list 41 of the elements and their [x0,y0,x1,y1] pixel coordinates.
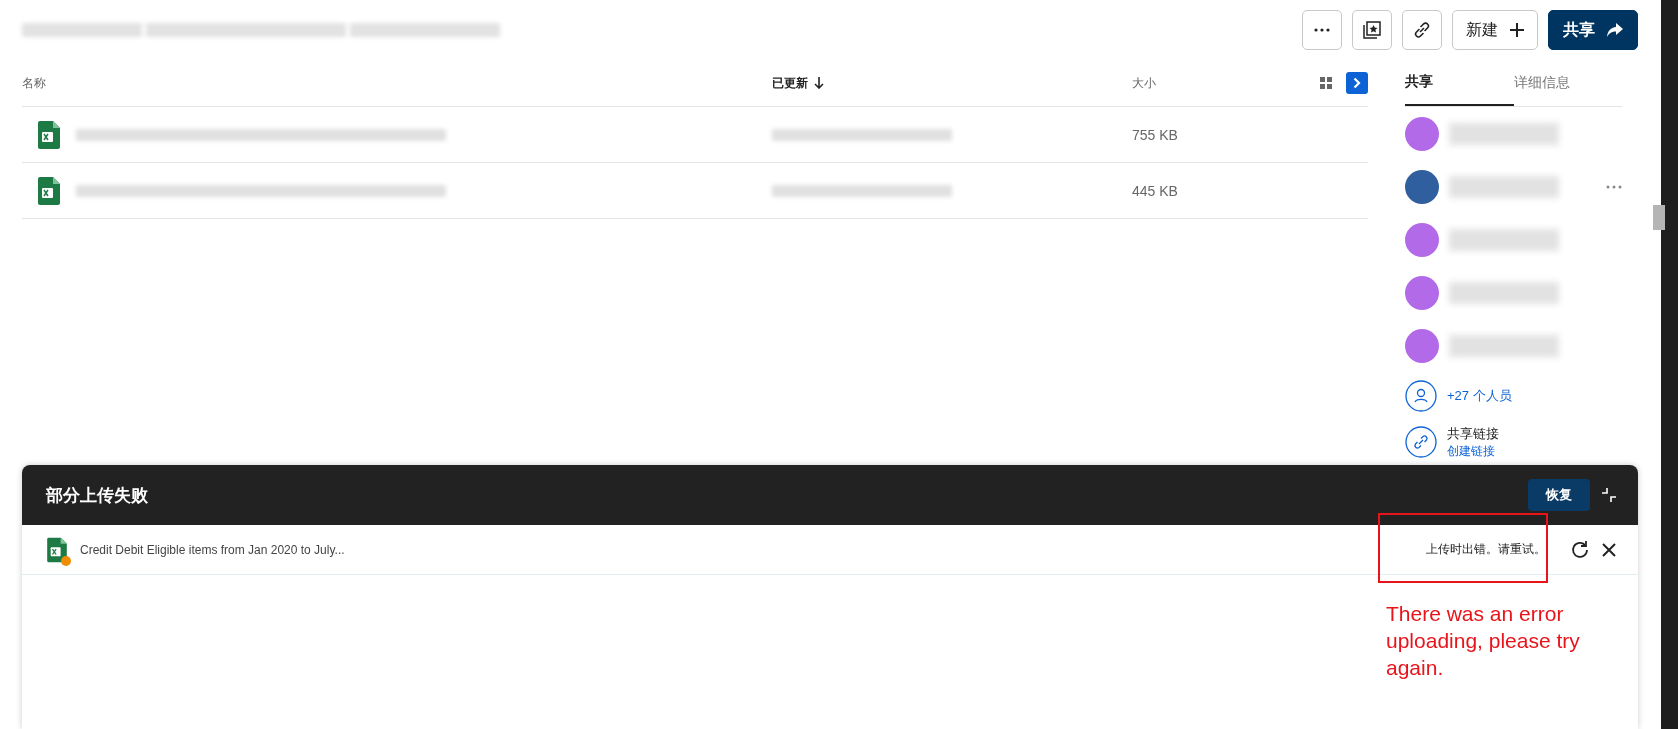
link-icon [1405,426,1437,458]
star-collection-icon [1363,21,1381,39]
collection-button[interactable] [1352,10,1392,50]
grid-view-icon[interactable] [1320,77,1332,89]
restore-button[interactable]: 恢复 [1528,479,1590,511]
chevron-right-icon [1353,77,1361,89]
retry-icon[interactable] [1570,539,1590,560]
new-button[interactable]: 新建 [1452,10,1538,50]
plus-icon [1510,23,1524,37]
tab[interactable]: 共享 [1405,60,1514,106]
spreadsheet-icon [47,536,67,563]
file-size: 445 KB [1132,182,1178,199]
panel-title: 部分上传失败 [46,484,148,507]
link-button[interactable] [1402,10,1442,50]
column-header[interactable]: 大小 [1132,74,1156,92]
link-icon [1413,21,1431,39]
person-icon [1405,380,1437,412]
column-header[interactable]: 已更新 [772,74,808,92]
file-name: Credit Debit Eligible items from Jan 2020 to July... [80,542,345,557]
down-arrow-icon [814,77,824,89]
scroll-thumb[interactable] [1653,205,1665,230]
expand-panel-button[interactable] [1346,72,1368,94]
tab[interactable]: 详细信息 [1513,60,1622,106]
error-message: 上传时出错。请重试。 [1426,541,1546,558]
file-row[interactable]: 445 KB [22,163,1368,219]
more-people-link[interactable]: +27 个人员 [1447,387,1512,405]
more-icon[interactable] [1606,185,1622,189]
spreadsheet-icon [38,120,60,149]
scrollbar[interactable] [1661,0,1678,729]
more-icon [1314,28,1330,32]
annotation-text: There was an error uploading, please try again. [1386,601,1581,681]
file-size: 755 KB [1132,126,1178,143]
close-icon[interactable] [1602,542,1616,557]
share-arrow-icon [1607,23,1623,37]
column-header[interactable]: 名称 [22,74,46,92]
share-link-title: 共享链接 [1447,424,1499,443]
create-link[interactable]: 创建链接 [1447,442,1499,460]
collapse-icon[interactable] [1602,488,1616,502]
share-button[interactable]: 共享 [1548,10,1638,50]
file-row[interactable]: 755 KB [22,107,1368,163]
spreadsheet-icon [38,176,60,205]
